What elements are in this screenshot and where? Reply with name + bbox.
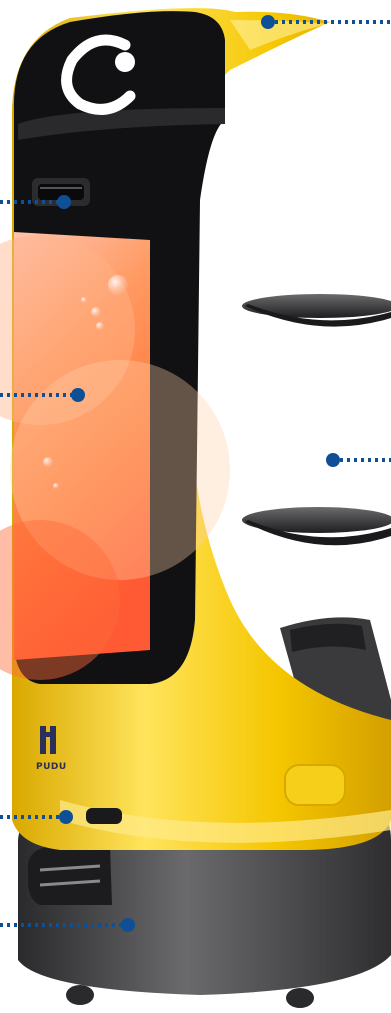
pudu-logo-text: PUDU	[36, 762, 67, 772]
front-sensor	[86, 808, 122, 824]
tray-lower	[242, 507, 391, 546]
callout-trays	[326, 453, 391, 467]
tray-upper	[242, 294, 391, 327]
robot-illustration	[0, 8, 391, 1008]
